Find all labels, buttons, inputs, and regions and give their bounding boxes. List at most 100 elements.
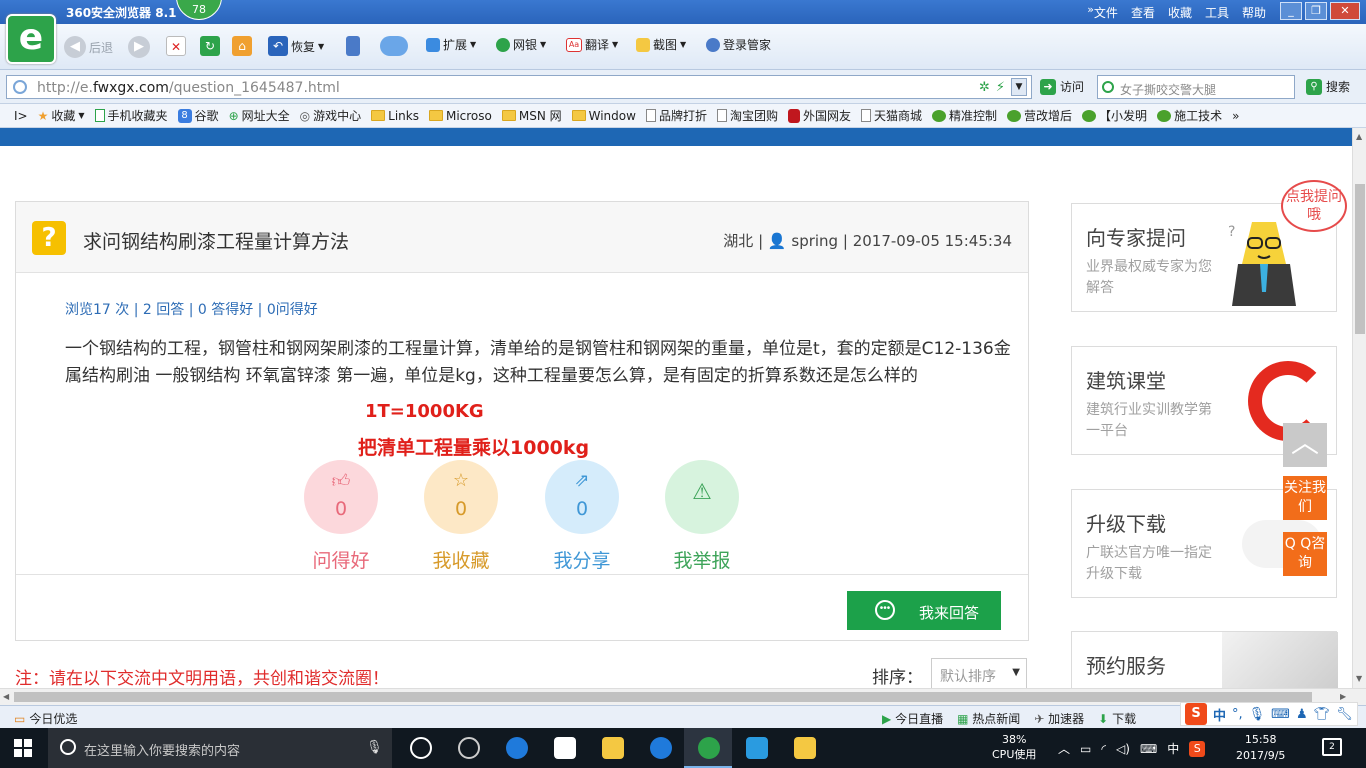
follow-us-button[interactable]: 关注我们	[1283, 476, 1327, 520]
fav-links[interactable]: Links	[371, 109, 419, 123]
punct-icon[interactable]: °,	[1232, 707, 1243, 722]
menu-favorites[interactable]: 收藏	[1168, 4, 1192, 21]
mic-icon[interactable]: 🎙︎	[366, 740, 383, 755]
horizontal-scroll-thumb[interactable]	[14, 692, 1312, 702]
input-lang[interactable]: 中	[1167, 740, 1179, 757]
ime-lang[interactable]: 中	[1213, 705, 1226, 724]
ime-toolbar[interactable]: S 中 °, 🎙︎ ⌨ ♟ 👕︎ 🔧︎	[1180, 702, 1358, 726]
fav-url-nav[interactable]: ⊕ 网址大全	[229, 107, 290, 124]
back-button[interactable]: ◀ 后退	[64, 36, 113, 58]
fav-google[interactable]: 8 谷歌	[177, 107, 219, 124]
edge-app-icon[interactable]	[492, 728, 540, 768]
scroll-down-icon[interactable]: ▼	[1356, 674, 1362, 683]
swirl-app-icon[interactable]	[444, 728, 492, 768]
browser-g-app-icon[interactable]	[636, 728, 684, 768]
windows-start-icon[interactable]	[14, 739, 32, 757]
favorite-button[interactable]: ☆ 0 我收藏	[421, 460, 501, 573]
more-favorites-icon[interactable]: »	[1232, 109, 1239, 123]
search-input[interactable]: 女子撕咬交警大腿	[1097, 75, 1295, 99]
fav-games[interactable]: ◎ 游戏中心	[300, 107, 362, 124]
fav-taobao[interactable]: 淘宝团购	[716, 107, 778, 124]
explorer-app-icon[interactable]	[588, 728, 636, 768]
sidebar-toggle-icon[interactable]: I>	[14, 109, 28, 123]
restore-button[interactable]: ↶ 恢复 ▼	[268, 36, 324, 56]
home-button[interactable]: ⌂	[232, 36, 252, 56]
skin-icon[interactable]: ♟	[1296, 707, 1308, 722]
ask-me-bubble[interactable]: 点我提问哦	[1281, 180, 1347, 232]
fav-microsoft[interactable]: Microso	[428, 109, 492, 123]
360-browser-app-icon[interactable]	[684, 728, 732, 768]
mic-icon[interactable]: 🎙︎	[1249, 707, 1266, 722]
forward-button[interactable]: ▶	[128, 36, 150, 58]
download-status[interactable]: ⬇ 下载	[1098, 710, 1136, 727]
vertical-scrollbar[interactable]: ▲ ▼	[1352, 128, 1366, 688]
sort-select[interactable]: 默认排序 ▼	[931, 658, 1027, 688]
fav-brand-sale[interactable]: 品牌打折	[645, 107, 707, 124]
battery-icon[interactable]: ▭	[1080, 742, 1091, 756]
fav-vat[interactable]: 营改增后	[1007, 107, 1072, 124]
menu-view[interactable]: 查看	[1131, 4, 1155, 21]
scroll-up-icon[interactable]: ▲	[1356, 132, 1362, 141]
keyboard-icon[interactable]: ⌨	[1140, 742, 1157, 756]
notes-app-icon[interactable]	[780, 728, 828, 768]
notification-center-icon[interactable]: 2	[1322, 738, 1342, 756]
translate-button[interactable]: Aa 翻译 ▼	[566, 36, 618, 53]
tray-expand-icon[interactable]: ︿	[1058, 740, 1070, 757]
address-input[interactable]: http://e.fwxgx.com/question_1645487.html…	[6, 75, 1032, 99]
taskview-app-icon[interactable]	[396, 728, 444, 768]
login-manager-button[interactable]: 登录管家	[706, 36, 771, 53]
fav-msn[interactable]: MSN 网	[501, 107, 562, 124]
wrench-icon[interactable]: 🔧︎	[1336, 707, 1353, 722]
volume-icon[interactable]: ◁)	[1116, 742, 1130, 756]
search-button[interactable]: ⚲ 搜索	[1306, 78, 1350, 95]
vertical-scroll-thumb[interactable]	[1355, 184, 1365, 334]
fav-tmall[interactable]: 天猫商城	[861, 107, 922, 124]
answer-button[interactable]: ••• 我来回答	[847, 591, 1001, 630]
maximize-button[interactable]: ❐	[1305, 2, 1327, 20]
blue-app-icon[interactable]	[732, 728, 780, 768]
sogou-tray-icon[interactable]: S	[1189, 740, 1206, 757]
dropdown-icon[interactable]: ▼	[1011, 78, 1027, 96]
report-button[interactable]: ⚠ 我举报	[662, 460, 742, 573]
menu-file[interactable]: 文件	[1094, 4, 1118, 21]
netbank-button[interactable]: 网银 ▼	[496, 36, 546, 53]
extend-button[interactable]: 扩展 ▼	[426, 36, 476, 53]
menu-tools[interactable]: 工具	[1205, 4, 1229, 21]
fav-windows[interactable]: Window	[571, 109, 636, 123]
cloud-button[interactable]	[380, 36, 408, 56]
scroll-right-icon[interactable]: ▶	[1340, 692, 1346, 701]
live-status[interactable]: ▶ 今日直播	[882, 710, 943, 727]
cpu-usage[interactable]: 38% CPU使用	[992, 732, 1036, 762]
appointment-card[interactable]: 预约服务	[1071, 631, 1338, 688]
back-to-top-button[interactable]: ︿	[1283, 423, 1327, 467]
close-button[interactable]: ✕	[1330, 2, 1360, 20]
score-badge[interactable]: 78	[176, 0, 222, 20]
keyboard-icon[interactable]: ⌨	[1271, 707, 1290, 722]
today-picks[interactable]: ▭ 今日优选	[14, 710, 77, 727]
store-app-icon[interactable]	[540, 728, 588, 768]
scroll-left-icon[interactable]: ◀	[3, 692, 9, 701]
loading-icon[interactable]: ✲	[979, 80, 990, 95]
fav-precise[interactable]: 精准控制	[932, 107, 997, 124]
wifi-icon[interactable]: ◜	[1101, 742, 1106, 756]
fav-construction[interactable]: 施工技术	[1157, 107, 1222, 124]
refresh-button[interactable]: ↻	[200, 36, 220, 56]
horizontal-scrollbar[interactable]: ◀ ▶	[0, 688, 1366, 705]
lightning-icon[interactable]: ⚡	[996, 80, 1005, 95]
mobile-button[interactable]	[346, 36, 360, 56]
fav-invention[interactable]: 【小发明	[1082, 107, 1147, 124]
menu-help[interactable]: 帮助	[1242, 4, 1266, 21]
qq-consult-button[interactable]: Q Q咨询	[1283, 532, 1327, 576]
fav-collect[interactable]: ★ 收藏 ▼	[38, 107, 85, 124]
browser-logo-icon[interactable]: e	[6, 14, 56, 64]
shirt-icon[interactable]: 👕︎	[1314, 707, 1331, 722]
author-link[interactable]: spring	[791, 232, 838, 250]
share-button[interactable]: ⇗ 0 我分享	[542, 460, 622, 573]
fav-mobile[interactable]: 手机收藏夹	[94, 107, 168, 124]
good-question-button[interactable]: 👍︎ 0 问得好	[301, 460, 381, 573]
stop-button[interactable]: ✕	[166, 36, 186, 56]
screenshot-button[interactable]: 截图 ▼	[636, 36, 686, 53]
hot-news-status[interactable]: ▦ 热点新闻	[957, 710, 1020, 727]
minimize-button[interactable]: _	[1280, 2, 1302, 20]
visit-button[interactable]: ➜ 访问	[1040, 78, 1084, 95]
